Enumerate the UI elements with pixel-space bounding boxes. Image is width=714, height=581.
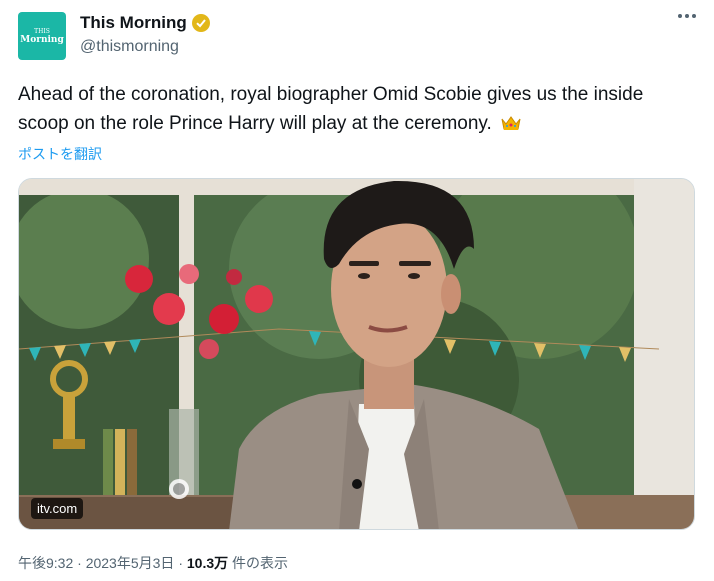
views-label: 件の表示 (232, 555, 289, 571)
tweet-date[interactable]: 2023年5月3日 (86, 555, 175, 571)
avatar-text-bottom: Morning (20, 35, 64, 45)
meta-separator-2: · (178, 555, 183, 571)
studio-photo (19, 179, 694, 529)
meta-separator: · (77, 555, 82, 571)
itv-watermark-badge: itv.com (31, 498, 84, 519)
name-row: This Morning (80, 13, 210, 33)
tweet-text: Ahead of the coronation, royal biographe… (18, 80, 698, 138)
tweet-time[interactable]: 午後9:32 (18, 555, 73, 571)
tweet-meta: 午後9:32 · 2023年5月3日 · 10.3万 件の表示 (18, 553, 288, 573)
display-name[interactable]: This Morning (80, 13, 187, 33)
views-count: 10.3万 (186, 555, 229, 571)
translate-post-link[interactable]: ポストを翻訳 (18, 144, 102, 164)
handle[interactable]: @thismorning (80, 38, 179, 56)
media-image[interactable]: itv.com (18, 178, 695, 530)
avatar[interactable]: THIS Morning (18, 12, 66, 60)
more-options-icon[interactable] (678, 14, 696, 18)
verified-badge-icon[interactable] (191, 14, 210, 32)
tweet-body: Ahead of the coronation, royal biographe… (18, 84, 644, 134)
crown-icon (501, 116, 521, 130)
